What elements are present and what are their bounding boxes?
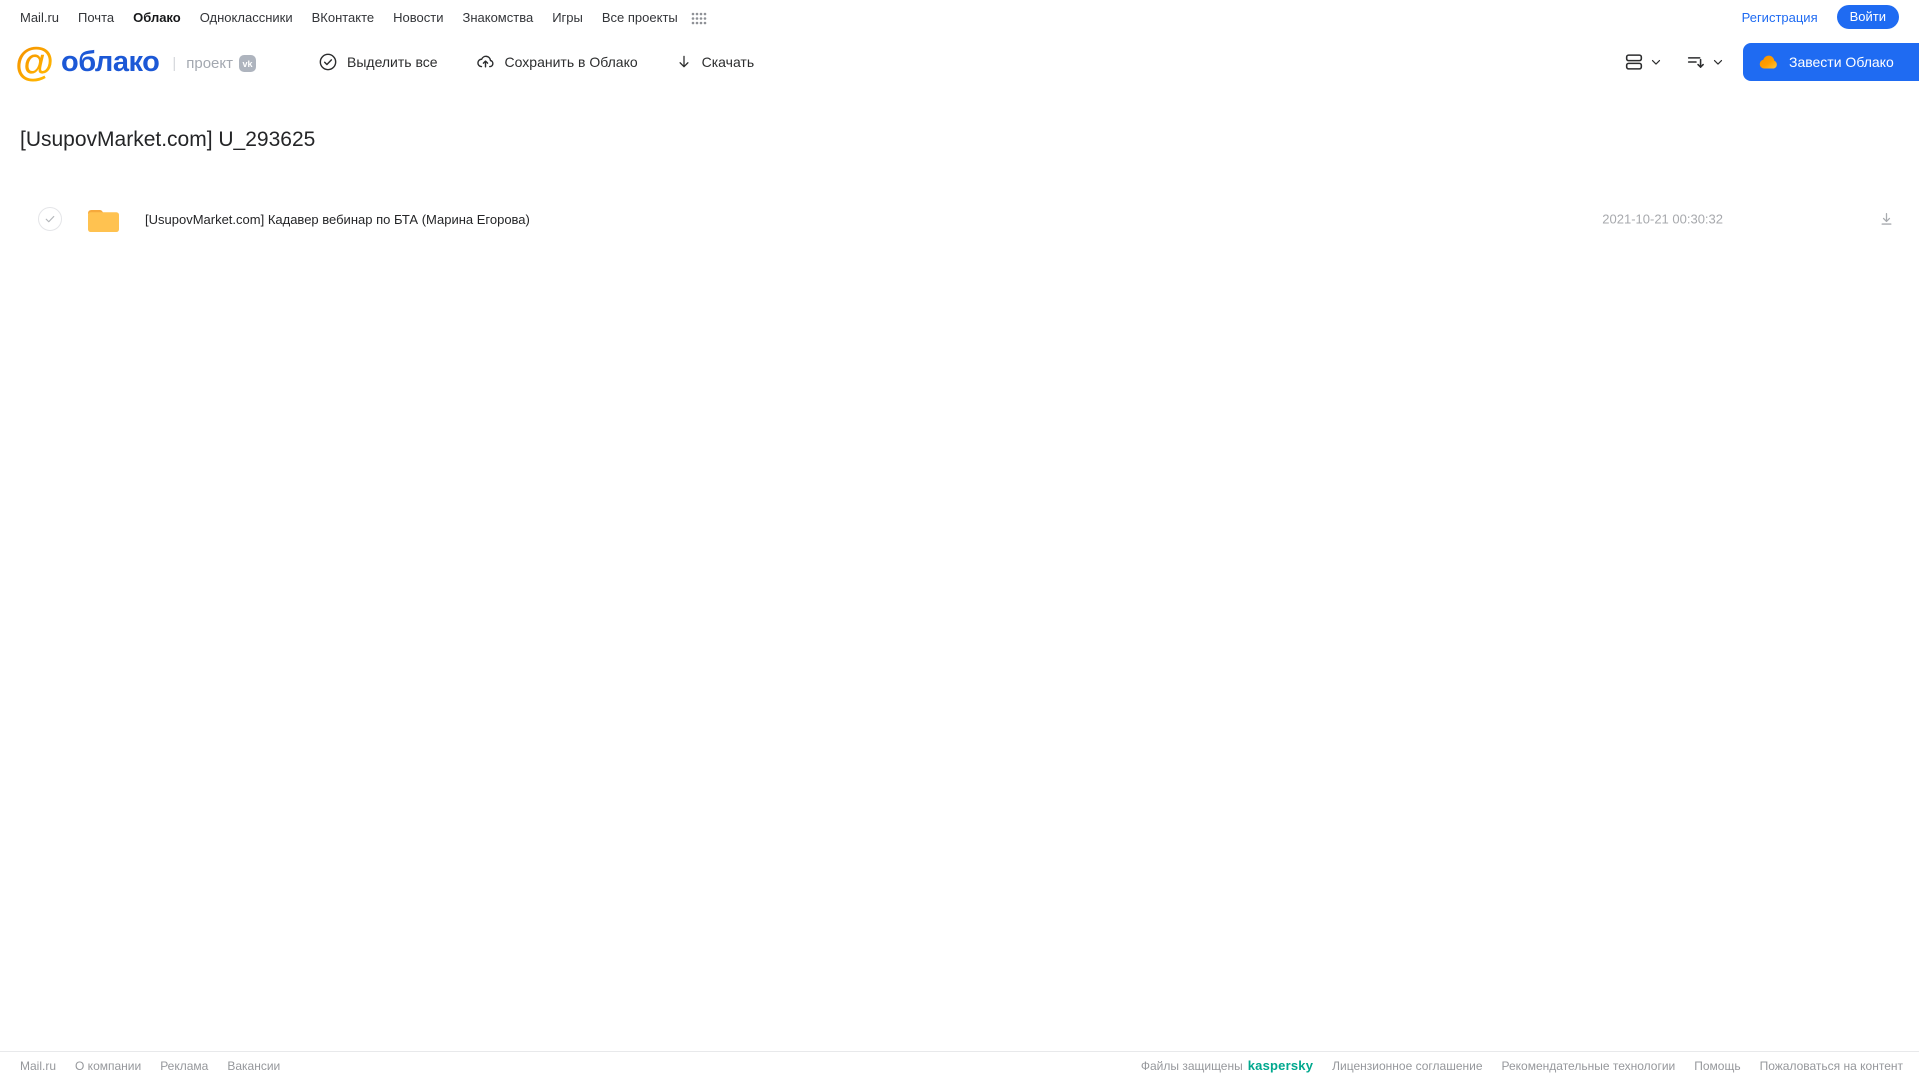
- kaspersky-protected: Файлы защищены kaspersky: [1141, 1058, 1313, 1073]
- sort-dropdown[interactable]: [1685, 51, 1725, 73]
- app-header: @ облако | проект vk Выделить все Сохран…: [0, 34, 1919, 90]
- login-button[interactable]: Войти: [1836, 5, 1899, 29]
- footer-link-license[interactable]: Лицензионное соглашение: [1332, 1059, 1482, 1073]
- nav-item-znakomstva[interactable]: Знакомства: [462, 10, 533, 25]
- check-icon: [45, 215, 55, 223]
- select-all-button[interactable]: Выделить все: [318, 52, 438, 72]
- protected-text: Файлы защищены: [1140, 1059, 1243, 1073]
- file-row[interactable]: [UsupovMarket.com] Кадавер вебинар по БТ…: [0, 196, 1919, 242]
- download-button[interactable]: Скачать: [675, 52, 755, 72]
- chevron-down-icon: [1649, 55, 1663, 69]
- nav-item-oblako[interactable]: Облако: [133, 10, 181, 25]
- apps-grid-icon[interactable]: [691, 12, 707, 25]
- cloud-icon: [1758, 53, 1780, 71]
- chevron-down-icon: [1711, 55, 1725, 69]
- footer-link-o-kompanii[interactable]: О компании: [75, 1059, 141, 1073]
- footer-link-mailru[interactable]: Mail.ru: [20, 1059, 56, 1073]
- nav-item-odnoklassniki[interactable]: Одноклассники: [200, 10, 293, 25]
- portal-nav: Mail.ru Почта Облако Одноклассники ВКонт…: [0, 0, 1919, 34]
- cloud-logo[interactable]: @ облако | проект vk: [15, 34, 256, 90]
- download-tray-icon[interactable]: [1878, 211, 1895, 228]
- nav-item-mailru[interactable]: Mail.ru: [20, 10, 59, 25]
- check-circle-icon: [318, 52, 338, 72]
- select-all-label: Выделить все: [347, 54, 438, 70]
- vk-badge-icon: vk: [239, 55, 256, 72]
- nav-item-vkontakte[interactable]: ВКонтакте: [312, 10, 375, 25]
- view-rows-icon: [1623, 51, 1645, 73]
- download-label: Скачать: [701, 54, 755, 70]
- sort-icon: [1685, 51, 1707, 73]
- footer-link-help[interactable]: Помощь: [1694, 1059, 1740, 1073]
- save-to-cloud-label: Сохранить в Облако: [504, 54, 638, 70]
- registration-link[interactable]: Регистрация: [1742, 10, 1818, 25]
- footer: Mail.ru О компании Реклама Вакансии Файл…: [0, 1051, 1919, 1079]
- nav-item-pochta[interactable]: Почта: [78, 10, 114, 25]
- logo-text: облако: [61, 45, 160, 78]
- row-checkbox[interactable]: [38, 207, 62, 231]
- mailru-at-icon: @: [15, 40, 55, 84]
- nav-item-novosti[interactable]: Новости: [393, 10, 443, 25]
- project-divider: |: [172, 54, 177, 72]
- save-to-cloud-button[interactable]: Сохранить в Облако: [475, 52, 638, 72]
- file-date: 2021-10-21 00:30:32: [1602, 211, 1723, 227]
- footer-link-reklama[interactable]: Реклама: [160, 1059, 208, 1073]
- create-cloud-label: Завести Облако: [1789, 54, 1894, 70]
- nav-item-igry[interactable]: Игры: [552, 10, 583, 25]
- toolbar: Выделить все Сохранить в Облако Скачать: [318, 34, 754, 90]
- download-icon: [675, 52, 693, 72]
- footer-link-vakansii[interactable]: Вакансии: [227, 1059, 280, 1073]
- header-right-controls: Завести Облако: [1623, 34, 1919, 90]
- nav-item-vse-proekty[interactable]: Все проекты: [602, 10, 678, 25]
- cloud-upload-icon: [475, 52, 496, 72]
- create-cloud-button[interactable]: Завести Облако: [1743, 43, 1919, 81]
- file-name[interactable]: [UsupovMarket.com] Кадавер вебинар по БТ…: [145, 212, 530, 227]
- folder-icon: [86, 205, 121, 234]
- view-mode-dropdown[interactable]: [1623, 51, 1663, 73]
- page-title: [UsupovMarket.com] U_293625: [20, 128, 316, 151]
- project-label: проект: [186, 54, 233, 72]
- kaspersky-logo[interactable]: kaspersky: [1248, 1058, 1313, 1073]
- footer-link-report-content[interactable]: Пожаловаться на контент: [1760, 1059, 1903, 1073]
- footer-link-recommendation-tech[interactable]: Рекомендательные технологии: [1502, 1059, 1676, 1073]
